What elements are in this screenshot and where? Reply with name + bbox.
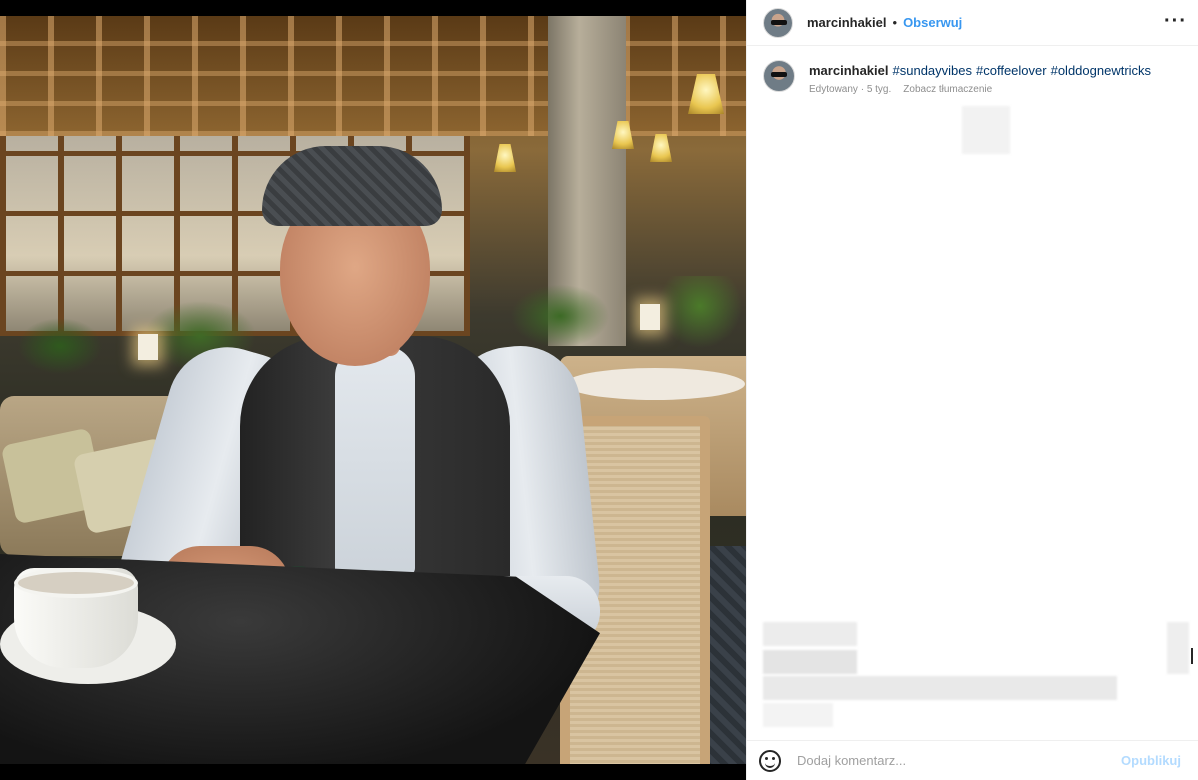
author-username[interactable]: marcinhakiel	[807, 15, 887, 30]
pixelated-area	[763, 650, 857, 674]
caption-text: marcinhakiel #sundayvibes #coffeelover #old…	[809, 60, 1155, 82]
instagram-post-modal: marcinhakiel • Obserwuj ··· marcinhakiel…	[0, 0, 1198, 780]
caption-meta: Edytowany · 5 tyg. Zobacz tłumaczenie	[809, 84, 1155, 95]
photo-letterbox-top	[0, 0, 746, 16]
wooden-ceiling-lattice	[0, 16, 746, 136]
photo-letterbox-bottom	[0, 764, 746, 780]
round-table	[565, 368, 745, 400]
add-comment-bar: Opublikuj	[747, 740, 1198, 780]
pixelated-area	[1167, 622, 1189, 674]
more-options-icon[interactable]: ···	[1164, 10, 1187, 33]
caption-author-username[interactable]: marcinhakiel	[809, 63, 889, 78]
coffee-cup-rim	[14, 568, 138, 598]
caption-body: marcinhakiel #sundayvibes #coffeelover #old…	[809, 60, 1155, 95]
edited-label: Edytowany	[809, 84, 858, 95]
hashtag-link[interactable]: #sundayvibes	[893, 63, 973, 78]
publish-button[interactable]: Opublikuj	[1121, 753, 1181, 768]
time-ago[interactable]: 5 tyg.	[867, 84, 891, 95]
separator-dot: •	[892, 15, 898, 30]
pixelated-area	[763, 703, 833, 727]
caption-author-avatar[interactable]	[763, 60, 795, 92]
pixelated-area	[763, 622, 857, 646]
pendant-lamp	[650, 134, 672, 162]
post-header: marcinhakiel • Obserwuj ···	[747, 0, 1198, 46]
table-lamp	[640, 304, 660, 330]
author-avatar[interactable]	[763, 7, 793, 38]
comment-input[interactable]	[797, 753, 1122, 768]
post-caption: marcinhakiel #sundayvibes #coffeelover #old…	[763, 60, 1183, 95]
smiley-icon[interactable]	[759, 749, 781, 772]
hashtag-link[interactable]: #olddognewtricks	[1051, 63, 1151, 78]
photo-scene-cafe	[0, 16, 746, 764]
pixelated-area	[763, 676, 1117, 700]
flat-cap	[262, 146, 442, 226]
hashtag-link[interactable]: #coffeelover	[976, 63, 1047, 78]
follow-button[interactable]: Obserwuj	[903, 15, 962, 30]
see-translation-link[interactable]: Zobacz tłumaczenie	[903, 84, 992, 95]
post-side-panel: marcinhakiel • Obserwuj ··· marcinhakiel…	[746, 0, 1198, 780]
edited-timestamp: Edytowany · 5 tyg.	[809, 84, 892, 95]
post-photo[interactable]	[0, 0, 746, 780]
pixelated-area	[962, 106, 1010, 154]
shirt	[335, 346, 415, 576]
text-cursor	[1191, 648, 1193, 664]
